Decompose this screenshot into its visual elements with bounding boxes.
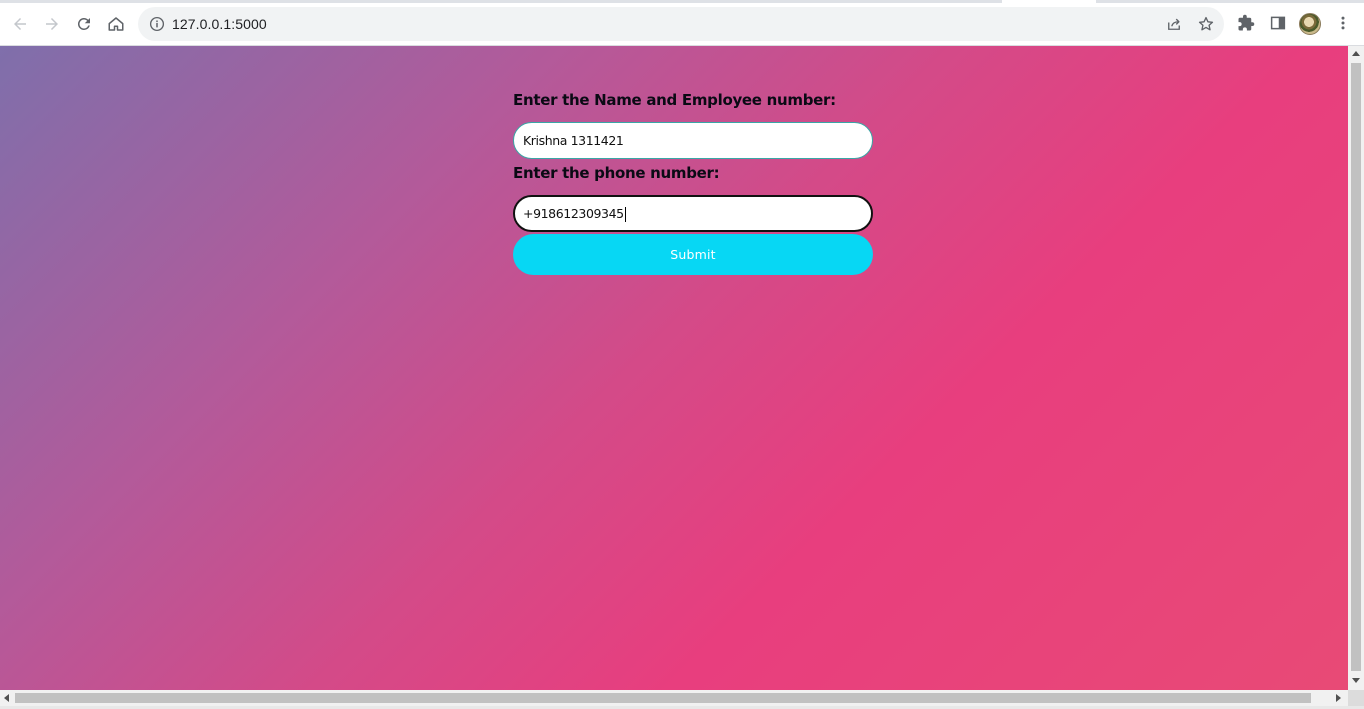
extensions-puzzle-icon[interactable] (1237, 14, 1255, 32)
employee-form: Enter the Name and Employee number: Kris… (513, 90, 873, 275)
scroll-down-arrow-icon[interactable] (1352, 678, 1360, 683)
reload-icon (77, 17, 90, 30)
tab-strip (0, 0, 1364, 3)
name-employee-input[interactable]: Krishna 1311421 (513, 122, 873, 159)
home-button[interactable] (103, 11, 129, 37)
vertical-scroll-thumb[interactable] (1351, 63, 1361, 671)
scrollbar-corner (1348, 690, 1364, 706)
submit-button[interactable]: Submit (513, 234, 873, 275)
home-icon (108, 17, 124, 31)
more-menu-icon[interactable] (1334, 14, 1352, 32)
scroll-up-arrow-icon[interactable] (1352, 51, 1360, 56)
address-bar[interactable]: 127.0.0.1:5000 (138, 7, 1224, 41)
profile-avatar[interactable] (1299, 13, 1321, 35)
active-tab[interactable] (1002, 0, 1096, 3)
share-icon[interactable] (1165, 15, 1183, 33)
scroll-left-arrow-icon[interactable] (4, 694, 9, 702)
browser-toolbar: 127.0.0.1:5000 (0, 0, 1364, 46)
forward-arrow-icon (46, 18, 58, 30)
phone-value: +918612309345 (523, 206, 624, 221)
back-button[interactable] (7, 11, 33, 37)
page-viewport: Enter the Name and Employee number: Kris… (0, 46, 1348, 690)
back-arrow-icon (14, 18, 26, 30)
horizontal-scroll-thumb[interactable] (15, 693, 1311, 703)
site-info-icon[interactable] (148, 15, 166, 33)
phone-label: Enter the phone number: (513, 164, 720, 182)
side-panel-icon[interactable] (1269, 14, 1287, 32)
name-employee-value: Krishna 1311421 (523, 133, 624, 148)
bookmark-star-icon[interactable] (1197, 15, 1215, 33)
vertical-scrollbar[interactable] (1348, 46, 1364, 690)
horizontal-scrollbar[interactable] (0, 690, 1348, 706)
forward-button[interactable] (39, 11, 65, 37)
reload-button[interactable] (71, 11, 97, 37)
name-label: Enter the Name and Employee number: (513, 91, 836, 109)
url-text[interactable]: 127.0.0.1:5000 (172, 16, 267, 32)
scroll-right-arrow-icon[interactable] (1336, 694, 1341, 702)
text-caret (624, 207, 626, 222)
phone-input[interactable]: +918612309345 (513, 195, 873, 232)
